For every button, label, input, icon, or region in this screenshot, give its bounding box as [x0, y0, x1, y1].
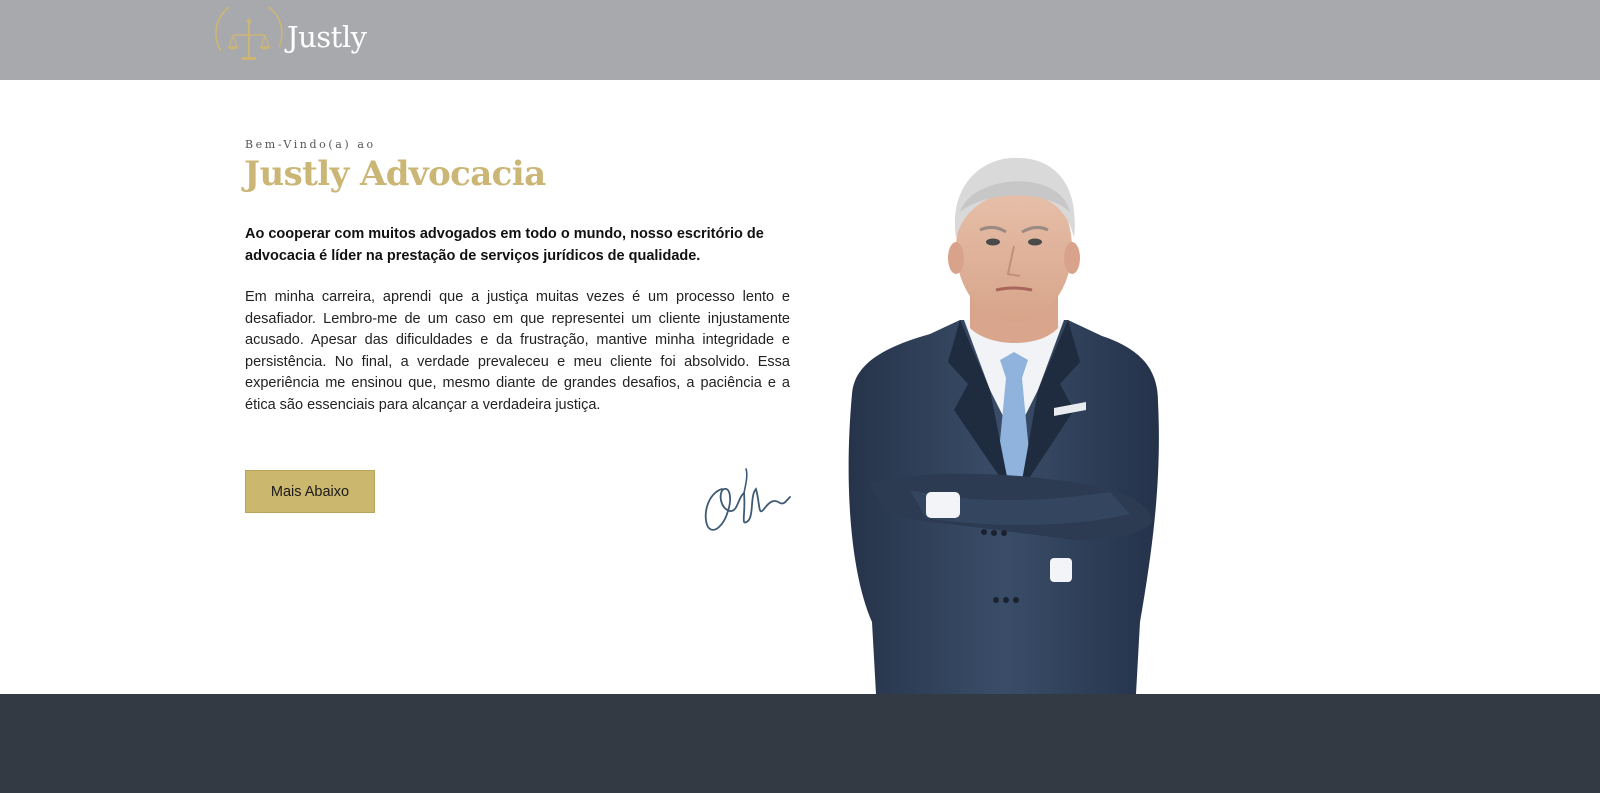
- more-below-button[interactable]: Mais Abaixo: [245, 470, 375, 513]
- hero-body-text: Em minha carreira, aprendi que a justiça…: [245, 289, 790, 413]
- hero-title: Justly Advocacia: [244, 154, 546, 194]
- lawyer-portrait-image: [848, 157, 1159, 694]
- signature-icon: [704, 468, 791, 531]
- site-header: Justly: [0, 0, 1600, 80]
- footer-band: [0, 694, 1600, 793]
- site-logo[interactable]: Justly: [213, 7, 367, 67]
- hero-section: Bem-Vindo(a) ao Justly Advocacia Ao coop…: [0, 80, 1600, 694]
- scales-of-justice-icon: [215, 7, 283, 60]
- hero-lead-text: Ao cooperar com muitos advogados em todo…: [245, 226, 764, 264]
- logo-text: Justly: [287, 20, 367, 54]
- hero-eyebrow: Bem-Vindo(a) ao: [245, 138, 376, 151]
